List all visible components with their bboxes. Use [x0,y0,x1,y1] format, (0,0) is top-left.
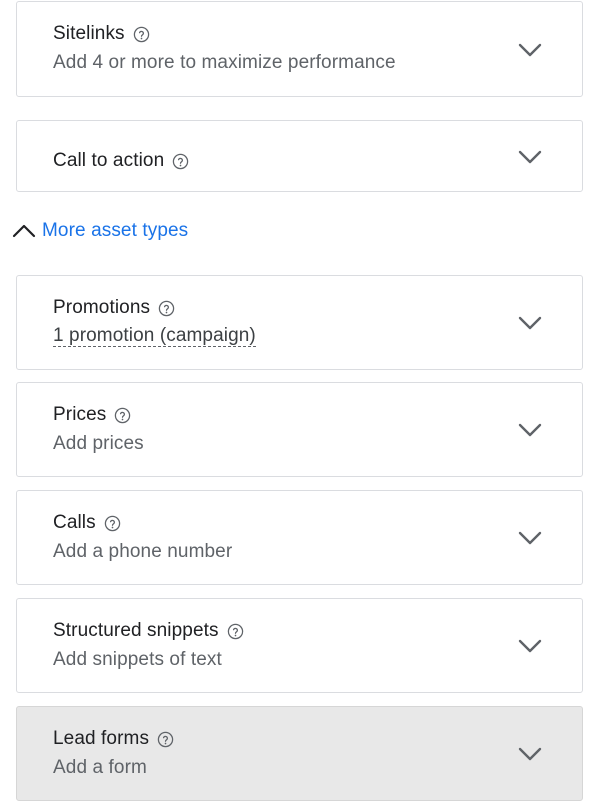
more-asset-types-toggle[interactable]: More asset types [12,220,188,242]
more-asset-types-label[interactable]: More asset types [42,220,188,242]
help-icon[interactable] [104,515,121,532]
prices-title-row: Prices [53,404,131,426]
chevron-down-icon[interactable] [518,423,542,437]
call-to-action-title: Call to action [53,150,165,171]
sitelinks-subtitle: Add 4 or more to maximize performance [53,52,396,73]
lead-forms-subtitle: Add a form [53,757,147,778]
help-icon[interactable] [157,731,174,748]
sitelinks-title: Sitelinks [53,23,125,44]
help-icon[interactable] [227,623,244,640]
call-to-action-section[interactable]: Call to action [16,120,583,192]
chevron-down-icon[interactable] [518,747,542,761]
chevron-up-icon [12,224,36,238]
calls-title: Calls [53,512,96,533]
help-icon[interactable] [172,153,189,170]
help-icon[interactable] [133,26,150,43]
chevron-down-icon[interactable] [518,150,542,164]
prices-subtitle: Add prices [53,433,144,454]
calls-section[interactable]: Calls Add a phone number [16,490,583,585]
chevron-down-icon[interactable] [518,43,542,57]
help-icon[interactable] [158,300,175,317]
structured-snippets-subtitle: Add snippets of text [53,649,222,670]
lead-forms-title-row: Lead forms [53,728,174,750]
structured-snippets-section[interactable]: Structured snippets Add snippets of text [16,598,583,693]
structured-snippets-title-row: Structured snippets [53,620,244,642]
chevron-down-icon[interactable] [518,639,542,653]
promotions-subtitle[interactable]: 1 promotion (campaign) [53,326,256,347]
promotions-title: Promotions [53,297,151,318]
lead-forms-section[interactable]: Lead forms Add a form [16,706,583,801]
sitelinks-title-row: Sitelinks [53,23,150,45]
structured-snippets-title: Structured snippets [53,620,219,641]
help-icon[interactable] [114,407,131,424]
prices-title: Prices [53,404,107,425]
chevron-down-icon[interactable] [518,316,542,330]
chevron-down-icon[interactable] [518,531,542,545]
prices-section[interactable]: Prices Add prices [16,382,583,477]
promotions-section[interactable]: Promotions 1 promotion (campaign) [16,275,583,370]
promotions-title-row: Promotions [53,297,175,319]
calls-subtitle: Add a phone number [53,541,233,562]
call-to-action-title-row: Call to action [53,150,189,172]
sitelinks-section[interactable]: Sitelinks Add 4 or more to maximize perf… [16,1,583,97]
calls-title-row: Calls [53,512,121,534]
lead-forms-title: Lead forms [53,728,150,749]
